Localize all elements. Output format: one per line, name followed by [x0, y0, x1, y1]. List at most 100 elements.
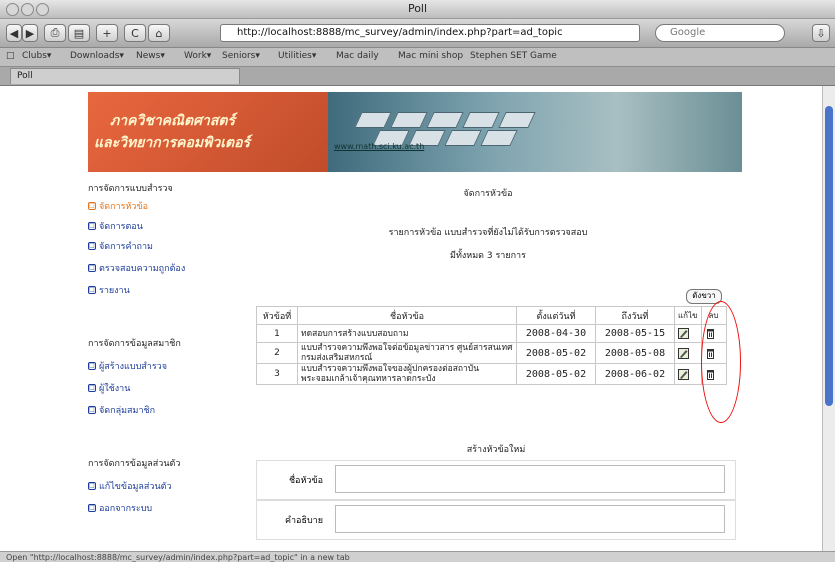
sidebar-item-users[interactable]: □ ผู้ใช้งาน	[88, 381, 130, 395]
forward-arrow-icon: ▶	[25, 26, 35, 40]
bookmark-item[interactable]: Seniors▾	[222, 51, 260, 61]
downloads-button[interactable]: ⇩	[812, 24, 830, 42]
form-title: สร้างหัวข้อใหม่	[466, 445, 526, 455]
edit-cell	[674, 324, 702, 343]
list-subheading: รายการหัวข้อ แบบสำรวจที่ยังไม่ได้รับการต…	[388, 228, 588, 238]
topic-subject: แบบสำรวจความพึงพอใจของผู้ปกครองต่อสถาบัน…	[297, 363, 517, 385]
topic-end-date: 2008-05-08	[595, 342, 675, 364]
tab-poll[interactable]: Poll	[10, 68, 240, 84]
column-header: ชื่อหัวข้อ	[297, 306, 517, 325]
topic-name-input[interactable]	[335, 465, 725, 493]
bookmark-item[interactable]: Downloads▾	[70, 51, 124, 61]
browser-toolbar: ◀ ▶ ⎙ ▤ + C ⌂ http://localhost:8888/mc_s…	[0, 19, 835, 48]
tab-bar: Poll	[0, 67, 835, 86]
scrollbar-thumb[interactable]	[825, 106, 833, 406]
sidebar-item-manage-questions[interactable]: □ จัดการคำถาม	[88, 239, 153, 253]
vertical-scrollbar[interactable]	[822, 86, 835, 551]
topic-number: 3	[256, 363, 298, 385]
topic-end-date: 2008-05-15	[595, 324, 675, 343]
banner-keyboard-image: www.math.sci.ku.ac.th	[328, 92, 742, 172]
sidebar-item-manage-sections[interactable]: □ จัดการตอน	[88, 219, 143, 233]
bookmarks-button[interactable]: ▤	[68, 24, 90, 42]
sidebar-item-member-groups[interactable]: □ จัดกลุ่มสมาชิก	[88, 403, 155, 417]
item-count: มีทั้งหมด 3 รายการ	[450, 251, 526, 261]
bookmark-item[interactable]: Stephen SET Game	[470, 51, 557, 61]
table-row: 1 ทดสอบการสร้างแบบสอบถาม 2008-04-30 2008…	[256, 324, 727, 343]
description-input[interactable]	[335, 505, 725, 533]
browser-window: Poll ◀ ▶ ⎙ ▤ + C ⌂ http://localhost:8888…	[0, 0, 835, 562]
topic-name-label: ชื่อหัวข้อ	[288, 476, 323, 486]
bullet-icon: □	[88, 406, 96, 414]
status-bar: Open "http://localhost:8888/mc_survey/ad…	[0, 551, 835, 562]
bookmark-item[interactable]: News▾	[136, 51, 165, 61]
topic-subject: แบบสำรวจความพึงพอใจต่อข้อมูลข่าวสาร ศูนย…	[297, 342, 517, 364]
bullet-icon: □	[88, 242, 96, 250]
topic-start-date: 2008-05-02	[516, 342, 596, 364]
form-row-name: ชื่อหัวข้อ	[256, 460, 736, 500]
topic-start-date: 2008-04-30	[516, 324, 596, 343]
sidebar-item-logout[interactable]: □ ออกจากระบบ	[88, 501, 152, 515]
bookmarks-bar: □ Clubs▾ Downloads▾ News▾ Work▾ Seniors▾…	[0, 48, 835, 67]
topic-subject: ทดสอบการสร้างแบบสอบถาม	[297, 324, 517, 343]
sidebar-section-profile: การจัดการข้อมูลส่วนตัว	[88, 459, 181, 469]
sidebar-item-validate[interactable]: □ ตรวจสอบความถูกต้อง	[88, 261, 185, 275]
column-header: ถึงวันที่	[595, 306, 675, 325]
edit-icon[interactable]	[678, 328, 689, 339]
form-row-description: คำอธิบาย	[256, 500, 736, 540]
table-row: 2 แบบสำรวจความพึงพอใจต่อข้อมูลข่าวสาร ศู…	[256, 342, 727, 364]
sidebar-item-report[interactable]: □ รายงาน	[88, 283, 130, 297]
window-title: Poll	[407, 2, 428, 15]
reload-button[interactable]: C	[124, 24, 146, 42]
banner-link[interactable]: www.math.sci.ku.ac.th	[334, 142, 424, 151]
topic-end-date: 2008-06-02	[595, 363, 675, 385]
address-bar[interactable]: http://localhost:8888/mc_survey/admin/in…	[220, 24, 640, 42]
edit-cell	[674, 363, 702, 385]
back-arrow-icon: ◀	[9, 26, 19, 40]
sidebar-item-survey-creators[interactable]: □ ผู้สร้างแบบสำรวจ	[88, 359, 167, 373]
bullet-icon: □	[88, 362, 96, 370]
book-icon: ▤	[73, 26, 85, 40]
bookmark-item[interactable]: Clubs▾	[22, 51, 51, 61]
description-label: คำอธิบาย	[284, 516, 323, 526]
site-banner-title: ภาควิชาคณิตศาสตร์ และวิทยาการคอมพิวเตอร์	[88, 92, 328, 172]
bookmark-item[interactable]: Mac daily	[336, 51, 379, 61]
topic-number: 2	[256, 342, 298, 364]
column-header: แก้ไข	[674, 306, 702, 325]
bookmark-item[interactable]: Utilities▾	[278, 51, 316, 61]
download-icon: ⇩	[816, 26, 826, 40]
title-bar: Poll	[0, 0, 835, 19]
forward-button[interactable]: ▶	[22, 24, 38, 42]
banner-line-2: และวิทยาการคอมพิวเตอร์	[94, 135, 251, 151]
search-field[interactable]: Google	[655, 24, 785, 42]
banner-line-1: ภาควิชาคณิตศาสตร์	[110, 113, 236, 129]
topics-table: หัวข้อที่ ชื่อหัวข้อ ตั้งแต่วันที่ ถึงวั…	[256, 306, 727, 385]
sidebar-item-manage-topics[interactable]: □ จัดการหัวข้อ	[88, 199, 148, 213]
print-button[interactable]: ⎙	[44, 24, 66, 42]
reload-icon: C	[131, 26, 139, 40]
back-button[interactable]: ◀	[6, 24, 22, 42]
sidebar-item-edit-profile[interactable]: □ แก้ไขข้อมูลส่วนตัว	[88, 479, 172, 493]
plus-icon: +	[102, 26, 112, 40]
bullet-icon: □	[88, 202, 96, 210]
column-header: ตั้งแต่วันที่	[516, 306, 596, 325]
edit-icon[interactable]	[678, 347, 689, 359]
printer-icon: ⎙	[50, 26, 60, 39]
table-row: 3 แบบสำรวจความพึงพอใจของผู้ปกครองต่อสถาบ…	[256, 363, 727, 385]
web-page: ภาควิชาคณิตศาสตร์ และวิทยาการคอมพิวเตอร์…	[0, 86, 822, 551]
bullet-icon: □	[88, 264, 96, 272]
topic-number: 1	[256, 324, 298, 343]
bookmark-item[interactable]: Work▾	[184, 51, 211, 61]
highlight-annotation	[701, 301, 741, 423]
home-icon: ⌂	[155, 26, 163, 40]
table-header-row: หัวข้อที่ ชื่อหัวข้อ ตั้งแต่วันที่ ถึงวั…	[256, 306, 727, 325]
bookmark-item[interactable]: Mac mini shop	[398, 51, 463, 61]
bullet-icon: □	[88, 504, 96, 512]
page-heading: จัดการหัวข้อ	[463, 189, 513, 199]
edit-cell	[674, 342, 702, 364]
bullet-icon: □	[88, 286, 96, 294]
column-header: หัวข้อที่	[256, 306, 298, 325]
edit-icon[interactable]	[678, 368, 689, 380]
home-button[interactable]: ⌂	[148, 24, 170, 42]
add-bookmark-button[interactable]: +	[96, 24, 118, 42]
bookmarks-bar-icon[interactable]: □	[6, 51, 15, 61]
